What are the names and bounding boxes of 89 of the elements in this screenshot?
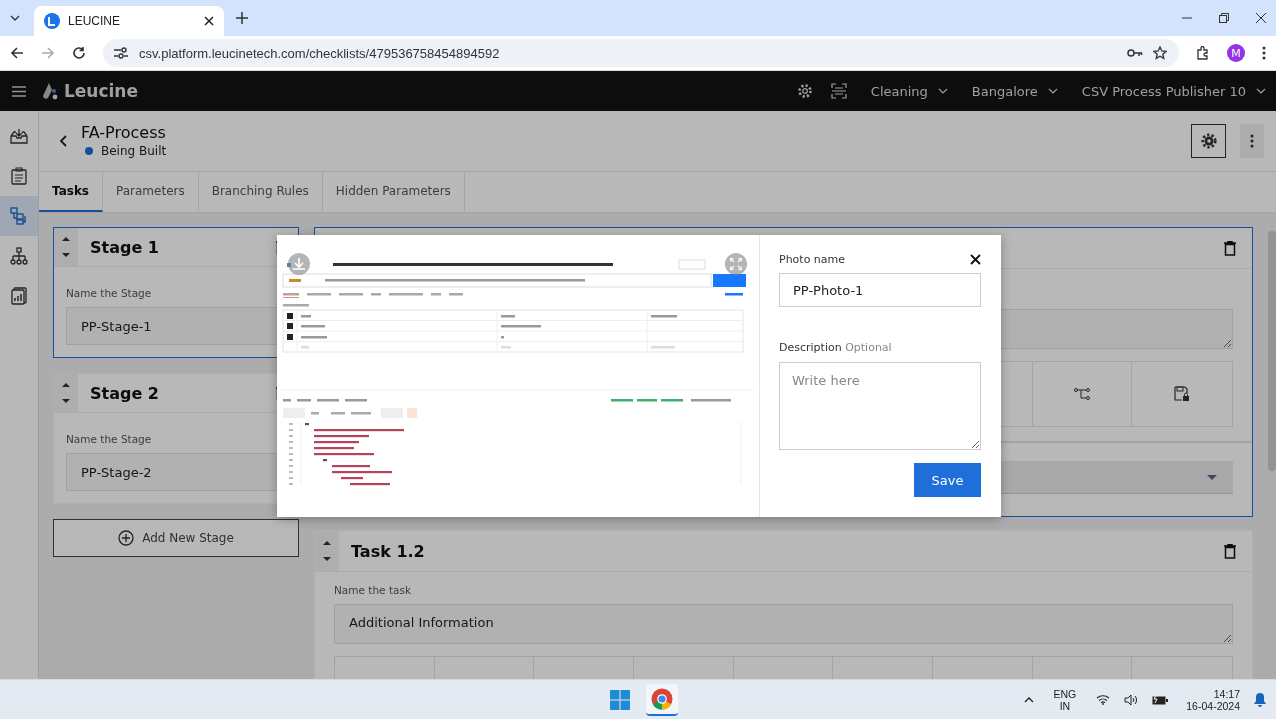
clock-date[interactable]: 16-04-2024 [1186, 699, 1240, 712]
status-text: Being Built [101, 143, 167, 158]
profile-avatar[interactable]: M [1227, 44, 1245, 62]
menu-icon[interactable] [1262, 46, 1266, 60]
chevron-down-icon [1256, 88, 1266, 94]
settings-icon [1200, 133, 1217, 149]
trash-icon[interactable] [1224, 543, 1236, 559]
caret-down-icon [1207, 474, 1217, 480]
reorder-handle[interactable] [315, 531, 339, 571]
language-text[interactable]: ENG [1053, 687, 1077, 700]
tab-title: LEUCINE [68, 14, 121, 28]
extensions-icon[interactable] [1196, 46, 1210, 60]
expand-icon [730, 258, 742, 270]
scan-icon[interactable] [830, 83, 847, 99]
scrollbar-thumb[interactable] [1268, 231, 1276, 471]
header-dropdown[interactable]: Bangalore [965, 83, 1058, 99]
task-name-field[interactable]: Additional Information [334, 604, 1233, 644]
close-icon[interactable] [970, 254, 981, 265]
branch-icon[interactable] [1074, 388, 1090, 400]
favicon-icon [44, 13, 60, 29]
photo-name-field[interactable]: PP-Photo-1 [779, 273, 981, 307]
stage-title: Stage 1 [90, 237, 159, 257]
close-icon[interactable] [1256, 13, 1266, 23]
back-icon[interactable] [59, 135, 67, 147]
more-icon [1250, 134, 1254, 148]
new-tab-icon[interactable] [236, 12, 248, 24]
brand-name: Leucine [64, 81, 138, 101]
status-dot [85, 146, 93, 155]
tab-list-icon[interactable] [10, 15, 20, 21]
clock-time[interactable]: 14:17 [1213, 687, 1240, 700]
key-icon[interactable] [1127, 48, 1143, 58]
notification-bell-icon[interactable] [1254, 692, 1266, 707]
description-field[interactable]: Write here [779, 362, 981, 450]
region-text[interactable]: IN [1059, 699, 1071, 712]
tab[interactable]: Branching Rules [198, 172, 323, 212]
field-label: Photo name [779, 253, 846, 266]
settings-button[interactable] [1191, 124, 1226, 158]
tab[interactable]: Hidden Parameters [322, 172, 465, 212]
chevron-down-icon [1047, 88, 1058, 94]
site-settings-icon[interactable] [113, 46, 129, 60]
reorder-handle[interactable] [54, 228, 78, 266]
process-title: FA-Process [81, 122, 167, 142]
download-button[interactable] [288, 253, 310, 275]
expand-button[interactable] [725, 253, 747, 275]
battery-icon[interactable] [1152, 694, 1169, 705]
field-label: Name the task [334, 584, 412, 596]
chevron-up-icon[interactable] [1023, 696, 1034, 703]
taskbar-app-button[interactable] [646, 683, 678, 716]
browser-icon [651, 687, 673, 710]
settings-icon[interactable] [796, 83, 813, 99]
field-label: Description Optional [779, 341, 893, 354]
plus-circle-icon [118, 530, 135, 546]
back-icon[interactable] [10, 46, 24, 60]
sidebar-item[interactable] [0, 196, 38, 236]
header-dropdown[interactable]: CSV Process Publisher 10 [1075, 83, 1266, 99]
logo-icon [40, 82, 60, 100]
field-label: Name the Stage [66, 433, 153, 445]
header-dropdown[interactable]: Cleaning [864, 83, 948, 99]
tab[interactable]: Parameters [103, 172, 199, 212]
address-bar[interactable]: csv.platform.leucinetech.com/checklists/479536758454894592 [103, 39, 1179, 67]
volume-icon[interactable] [1124, 693, 1139, 706]
reorder-arrows-icon [62, 382, 70, 404]
report-icon [11, 287, 27, 305]
windows-start-icon[interactable] [610, 689, 630, 710]
add-stage-button[interactable]: Add New Stage [53, 519, 299, 557]
reload-icon[interactable] [72, 46, 86, 60]
reorder-arrows-icon [323, 540, 331, 562]
menu-icon[interactable] [12, 85, 26, 97]
restore-icon[interactable] [1219, 13, 1229, 23]
save-button[interactable]: Save [914, 463, 981, 497]
flow-icon [10, 207, 28, 225]
url-text: csv.platform.leucinetech.com/checklists/479536758454894592 [139, 45, 501, 61]
close-icon[interactable] [204, 16, 214, 26]
trash-icon[interactable] [1224, 240, 1236, 256]
reorder-handle[interactable] [54, 374, 78, 412]
wifi-icon[interactable] [1096, 694, 1111, 705]
download-icon [293, 258, 305, 270]
field-label: Name the Stage [66, 287, 153, 299]
save-lock-icon[interactable] [1174, 386, 1191, 402]
stage-title: Stage 2 [90, 383, 159, 403]
reorder-arrows-icon [62, 236, 70, 258]
tab[interactable]: Tasks [39, 172, 103, 212]
browser-tab[interactable]: LEUCINE [34, 6, 224, 36]
clipboard-icon [11, 167, 27, 185]
chevron-down-icon [937, 88, 948, 94]
task-title: Task 1.2 [351, 541, 425, 561]
hierarchy-icon [10, 247, 28, 265]
star-icon[interactable] [1153, 46, 1167, 60]
inbox-icon [10, 128, 28, 144]
